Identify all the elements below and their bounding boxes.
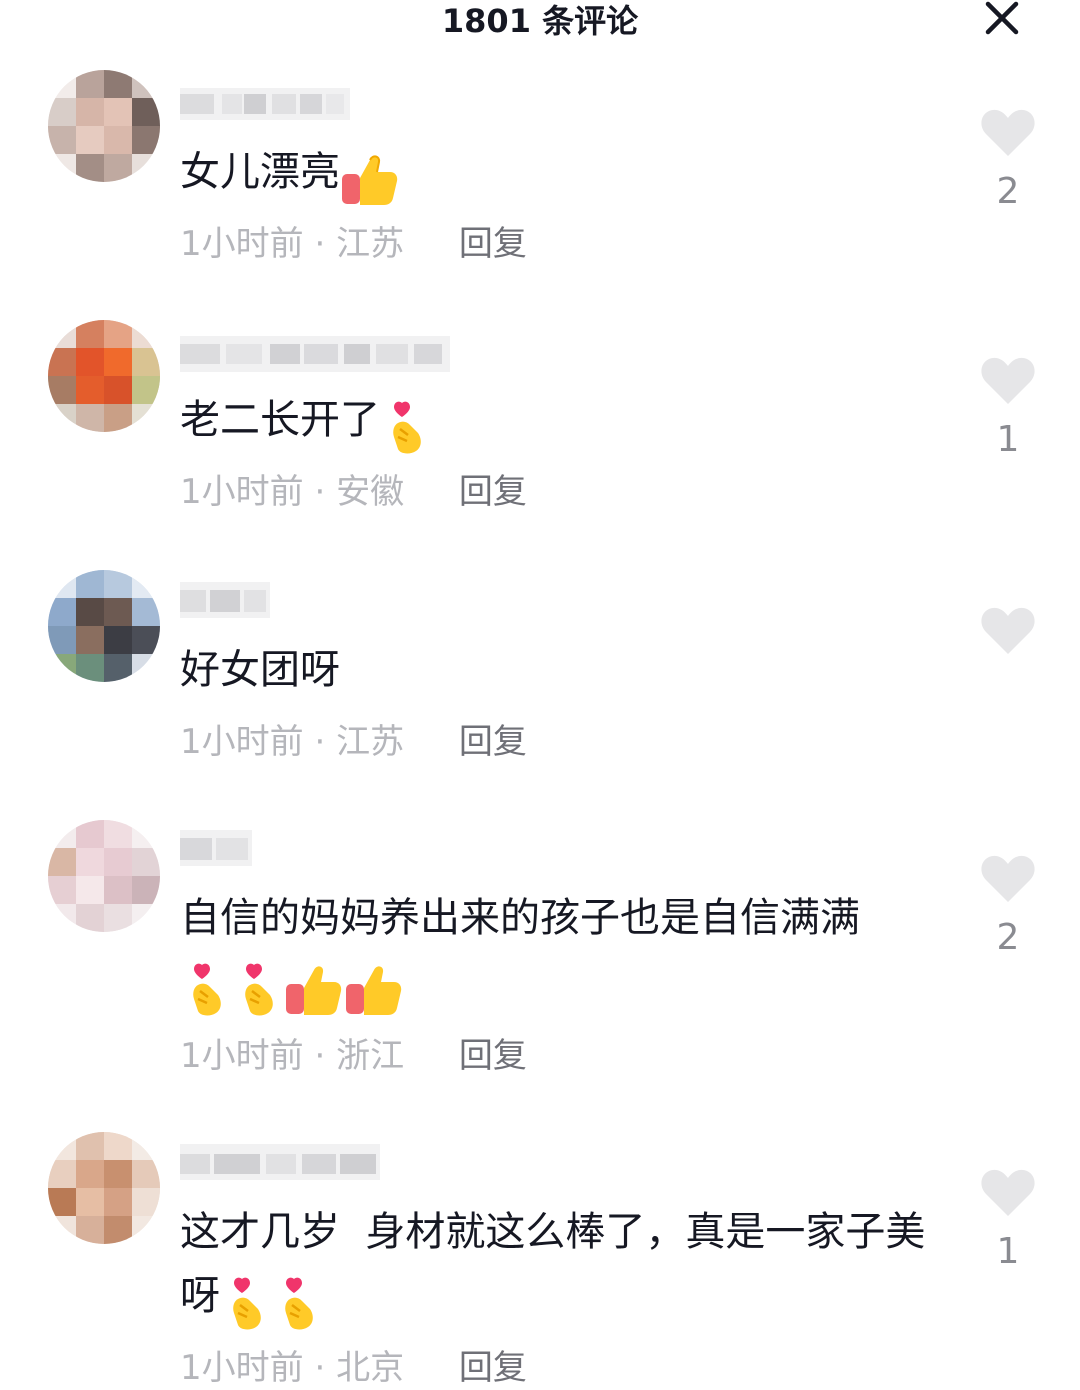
username-blurred[interactable]: [180, 336, 450, 372]
comment-text: 自信的妈妈养出来的孩子也是自信满满: [180, 886, 940, 1016]
comment-meta: 1小时前 · 浙江 回复: [180, 1034, 527, 1078]
like-control[interactable]: 1: [970, 1168, 1046, 1272]
close-button[interactable]: [978, 0, 1026, 44]
comment-location: 浙江: [336, 1036, 405, 1076]
reply-button[interactable]: 回复: [459, 1346, 527, 1390]
heart-icon[interactable]: [980, 1168, 1036, 1218]
reply-button[interactable]: 回复: [459, 720, 527, 764]
comment-meta: 1小时前 · 江苏 回复: [180, 222, 527, 266]
thumbs-up-icon: [286, 966, 342, 1015]
emoji-group: [220, 1270, 324, 1330]
avatar[interactable]: [48, 570, 160, 682]
avatar[interactable]: [48, 70, 160, 182]
finger-heart-icon: [233, 1277, 261, 1330]
like-control[interactable]: [970, 606, 1046, 670]
like-control[interactable]: 2: [970, 854, 1046, 958]
comment-count-title: 1801 条评论: [441, 2, 639, 40]
thumbs-up-icon: [342, 155, 398, 205]
comment-time: 1小时前: [180, 1348, 304, 1388]
reply-button[interactable]: 回复: [459, 1034, 527, 1078]
like-count: 2: [996, 171, 1020, 212]
avatar[interactable]: [48, 1132, 160, 1244]
heart-icon[interactable]: [980, 606, 1036, 656]
comment-body: 自信的妈妈养出来的孩子也是自信满满: [180, 895, 860, 941]
comment-location: 北京: [336, 1348, 405, 1388]
username-blurred[interactable]: [180, 830, 252, 866]
comment-time: 1小时前: [180, 1036, 304, 1076]
reply-button[interactable]: 回复: [459, 470, 527, 514]
like-count: 1: [996, 1231, 1020, 1272]
username-blurred[interactable]: [180, 88, 350, 120]
comment-text: 女儿漂亮: [180, 140, 940, 205]
heart-icon[interactable]: [980, 356, 1036, 406]
comment-body: 好女团呀: [180, 647, 340, 693]
comment-time: 1小时前: [180, 224, 304, 264]
avatar[interactable]: [48, 820, 160, 932]
comment-meta: 1小时前 · 江苏 回复: [180, 720, 527, 764]
thumbs-up-icon: [346, 966, 402, 1015]
meta-separator: ·: [314, 1036, 326, 1076]
emoji-group: [340, 146, 400, 205]
meta-separator: ·: [314, 224, 326, 264]
meta-separator: ·: [314, 1348, 326, 1388]
avatar[interactable]: [48, 320, 160, 432]
like-control[interactable]: 1: [970, 356, 1046, 460]
comment-body: 女儿漂亮: [180, 149, 340, 195]
comment-body: 老二长开了: [180, 397, 380, 443]
username-blurred[interactable]: [180, 1144, 380, 1180]
like-count: 1: [996, 419, 1020, 460]
emoji-group: [180, 956, 404, 1016]
close-icon: [985, 1, 1019, 35]
heart-icon[interactable]: [980, 854, 1036, 904]
finger-heart-icon: [245, 963, 273, 1016]
comment-location: 安徽: [336, 472, 405, 512]
username-blurred[interactable]: [180, 582, 270, 618]
finger-heart-icon: [393, 401, 421, 454]
comment-location: 江苏: [336, 722, 405, 762]
reply-button[interactable]: 回复: [459, 222, 527, 266]
meta-separator: ·: [314, 722, 326, 762]
comment-time: 1小时前: [180, 472, 304, 512]
comments-header: 1801 条评论: [0, 0, 1080, 46]
comment-text: 好女团呀: [180, 638, 940, 702]
comment-text: 这才几岁 身材就这么棒了，真是一家子美呀: [180, 1200, 940, 1330]
comment-text: 老二长开了: [180, 388, 940, 454]
comment-meta: 1小时前 · 北京 回复: [180, 1346, 527, 1390]
comment-location: 江苏: [336, 224, 405, 264]
finger-heart-icon: [193, 963, 221, 1016]
emoji-group: [380, 394, 432, 454]
comment-meta: 1小时前 · 安徽 回复: [180, 470, 527, 514]
like-control[interactable]: 2: [970, 108, 1046, 212]
heart-icon[interactable]: [980, 108, 1036, 158]
comment-time: 1小时前: [180, 722, 304, 762]
like-count: 2: [996, 917, 1020, 958]
meta-separator: ·: [314, 472, 326, 512]
finger-heart-icon: [285, 1277, 313, 1330]
